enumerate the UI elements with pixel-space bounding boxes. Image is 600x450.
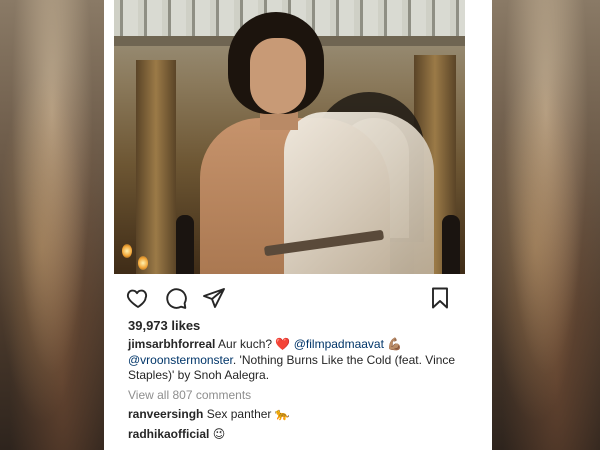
- photo-guard-figure: [176, 215, 194, 274]
- heart-icon[interactable]: [126, 286, 150, 310]
- comment-username[interactable]: radhikaofficial: [128, 427, 209, 441]
- photo-candle: [122, 244, 132, 258]
- post-photo[interactable]: [114, 0, 465, 274]
- view-all-comments-link[interactable]: View all 807 comments: [128, 388, 251, 402]
- comment-bubble-icon[interactable]: [164, 286, 188, 310]
- bookmark-icon[interactable]: [428, 286, 452, 310]
- flexed-biceps-emoji: 💪🏽: [387, 337, 403, 351]
- winking-face-emoji: 😉: [212, 427, 226, 441]
- photo-pillar: [136, 60, 176, 274]
- comment-text: Sex panther: [206, 407, 272, 421]
- post-caption: jimsarbhforreal Aur kuch? ❤️ @filmpadmaa…: [128, 337, 468, 384]
- photo-candle: [138, 256, 148, 270]
- likes-count[interactable]: 39,973 likes: [128, 318, 200, 333]
- comment-item: ranveersingh Sex panther 🐆: [128, 407, 290, 421]
- comment-username[interactable]: ranveersingh: [128, 407, 203, 421]
- mention-link[interactable]: @filmpadmaavat: [294, 337, 384, 351]
- blurred-background-left: [0, 0, 104, 450]
- caption-text: Aur kuch?: [218, 337, 273, 351]
- post-actions: [122, 286, 452, 310]
- paper-plane-icon[interactable]: [202, 286, 226, 310]
- photo-guard-figure: [442, 215, 460, 274]
- heart-emoji: ❤️: [275, 337, 291, 351]
- leopard-emoji: 🐆: [274, 407, 290, 421]
- instagram-post-card: 39,973 likes jimsarbhforreal Aur kuch? ❤…: [104, 0, 492, 450]
- blurred-background-right: [492, 0, 600, 450]
- comment-item: radhikaofficial 😉: [128, 427, 225, 441]
- photo-figure-face: [250, 38, 306, 114]
- caption-username[interactable]: jimsarbhforreal: [128, 337, 215, 351]
- mention-link[interactable]: @vroonstermonster: [128, 353, 233, 367]
